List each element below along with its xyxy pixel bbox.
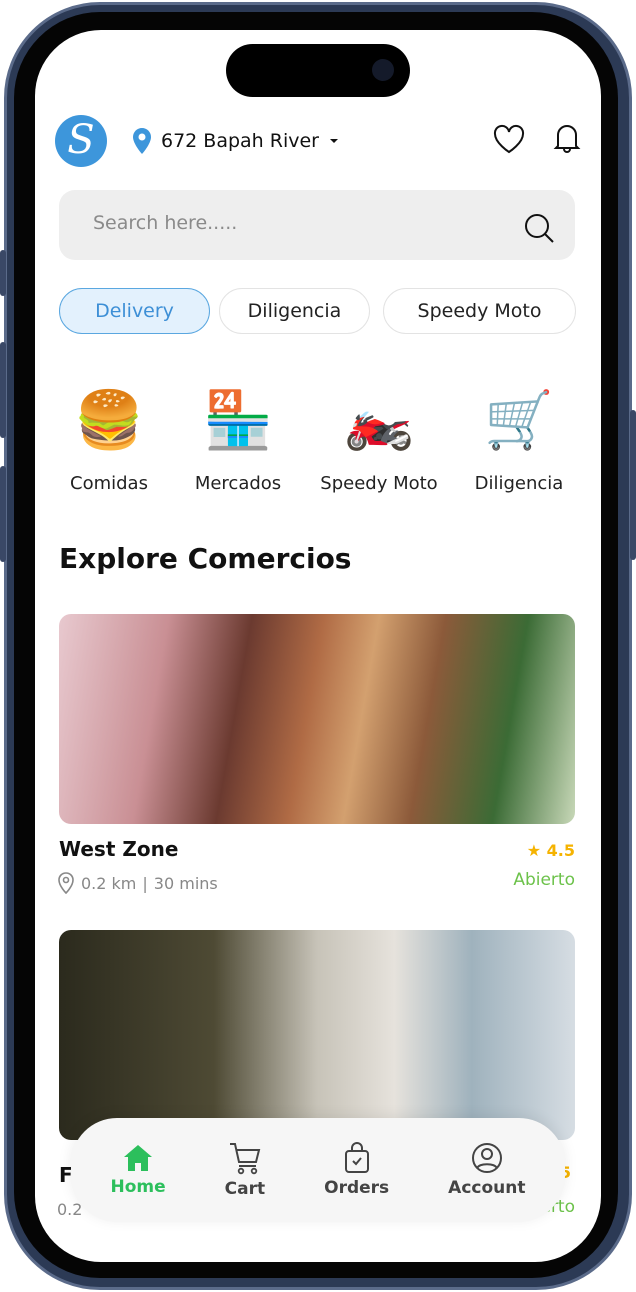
section-title: Explore Comercios xyxy=(59,542,352,575)
power-button xyxy=(630,410,636,560)
search-input[interactable]: Search here..... xyxy=(59,190,575,260)
nav-label: Orders xyxy=(324,1178,390,1198)
bell-icon[interactable] xyxy=(553,122,581,154)
store-meta: 0.2 xyxy=(57,1200,82,1219)
store-name[interactable]: West Zone xyxy=(59,837,178,861)
location-selector[interactable]: 672 Bapah River xyxy=(133,128,339,154)
caret-down-icon xyxy=(330,139,338,143)
category-mercados[interactable]: 🏪 Mercados xyxy=(168,375,308,494)
cart-icon xyxy=(229,1143,261,1175)
volume-up-button xyxy=(0,342,6,438)
home-icon xyxy=(124,1145,153,1171)
category-speedy-moto[interactable]: 🏍️ Speedy Moto xyxy=(309,375,449,494)
store-photo-restaurant[interactable] xyxy=(59,930,575,1140)
store-photo-market[interactable] xyxy=(59,614,575,824)
app-logo[interactable]: S xyxy=(55,115,107,167)
store-distance: 0.2 xyxy=(57,1200,83,1219)
mute-switch xyxy=(0,250,6,296)
nav-label: Home xyxy=(110,1177,166,1197)
search-icon[interactable] xyxy=(523,212,555,244)
location-outline-icon xyxy=(58,872,74,894)
stagecoach-icon: 🛒 xyxy=(484,388,554,453)
nav-cart[interactable]: Cart xyxy=(225,1141,265,1199)
market-icon: 🏪 xyxy=(203,388,273,453)
category-comidas[interactable]: 🍔 Comidas xyxy=(39,375,179,494)
account-icon xyxy=(471,1143,502,1173)
dynamic-island xyxy=(226,44,410,97)
store-meta: 0.2 km | 30 mins xyxy=(57,872,218,894)
search-placeholder: Search here..... xyxy=(93,212,238,234)
screen: S 672 Bapah River Search here..... Deliv… xyxy=(35,30,601,1262)
nav-home[interactable]: Home xyxy=(111,1143,166,1197)
chip-diligencia[interactable]: Diligencia xyxy=(219,288,370,334)
burger-icon: 🍔 xyxy=(74,388,144,453)
nav-label: Cart xyxy=(224,1179,266,1199)
category-label: Speedy Moto xyxy=(320,473,438,494)
category-diligencia[interactable]: 🛒 Diligencia xyxy=(449,375,589,494)
star-icon: ★ xyxy=(526,841,542,860)
chip-delivery[interactable]: Delivery xyxy=(59,288,210,334)
chip-speedy-moto[interactable]: Speedy Moto xyxy=(383,288,576,334)
location-text: 672 Bapah River xyxy=(161,130,319,152)
camera xyxy=(372,59,394,81)
category-label: Comidas xyxy=(70,473,148,494)
shopping-bag-icon xyxy=(344,1142,369,1173)
nav-account[interactable]: Account xyxy=(448,1142,526,1198)
rating-value: 4.5 xyxy=(546,841,575,860)
store-distance: 0.2 km xyxy=(81,873,137,893)
category-label: Diligencia xyxy=(474,473,564,494)
bottom-nav: Home Cart Orders Account xyxy=(71,1118,565,1222)
heart-icon[interactable] xyxy=(493,124,525,154)
store-time: 30 mins xyxy=(153,873,218,893)
location-pin-icon xyxy=(133,128,151,154)
category-label: Mercados xyxy=(194,473,282,494)
store-rating: ★ 4.5 xyxy=(527,841,575,860)
motorcycle-icon: 🏍️ xyxy=(344,388,414,453)
store-status: Abierto xyxy=(513,870,575,890)
nav-orders[interactable]: Orders xyxy=(324,1142,389,1198)
volume-down-button xyxy=(0,466,6,562)
nav-label: Account xyxy=(448,1178,526,1198)
